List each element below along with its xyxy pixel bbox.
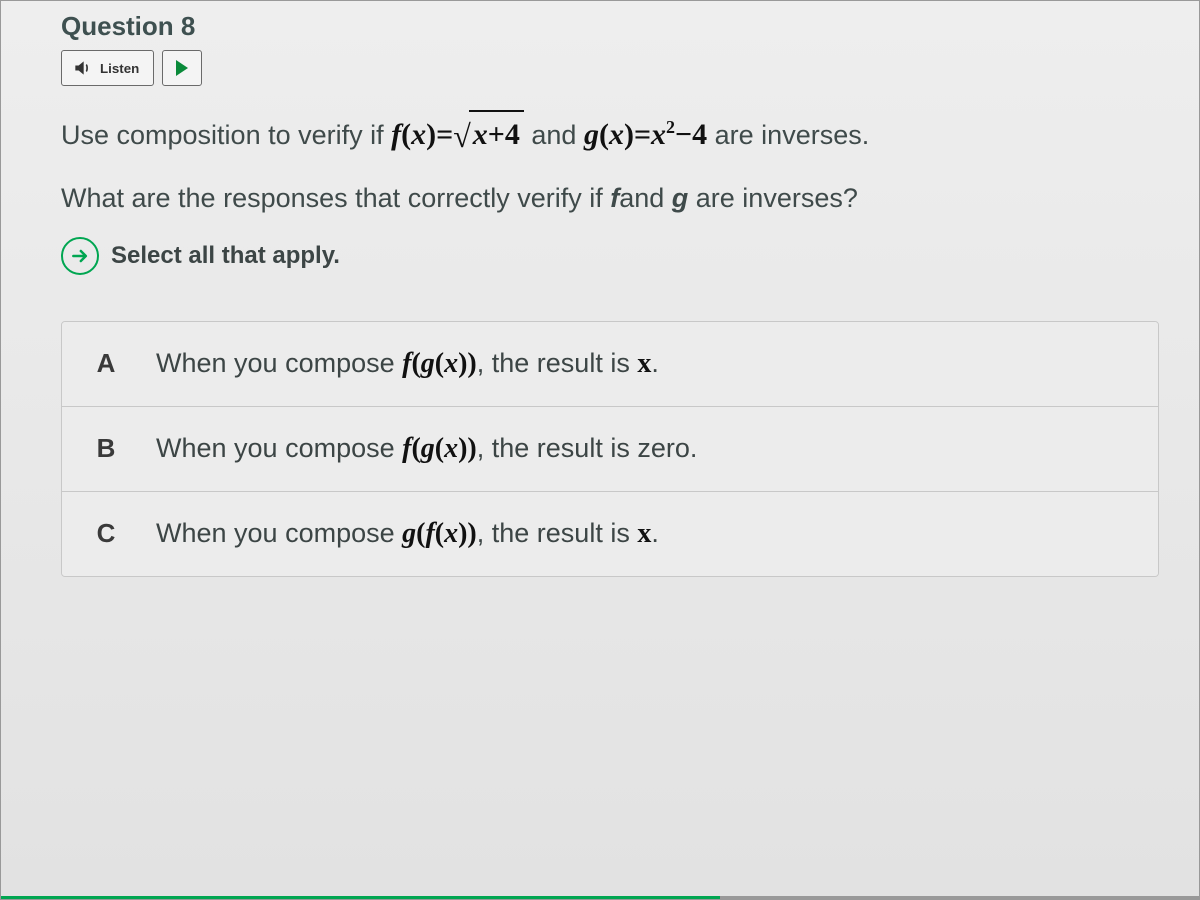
option-pre: When you compose — [156, 348, 402, 378]
options-list: A When you compose f(g(x)), the result i… — [61, 321, 1159, 577]
option-b[interactable]: B When you compose f(g(x)), the result i… — [62, 406, 1158, 491]
listen-label: Listen — [100, 61, 139, 76]
prompt-text: are inverses. — [715, 120, 870, 150]
listen-button[interactable]: Listen — [61, 50, 154, 86]
option-c[interactable]: C When you compose g(f(x)), the result i… — [62, 491, 1158, 576]
expression-g: g(x)=x2−4 — [584, 118, 715, 151]
var-f: f — [610, 183, 619, 213]
option-expr: f(g(x)) — [402, 348, 477, 379]
option-pre: When you compose — [156, 518, 402, 548]
option-post: , the result is — [477, 348, 638, 378]
instruction-text: Select all that apply. — [111, 242, 340, 270]
option-letter: C — [92, 518, 120, 549]
prompt-line-2: What are the responses that correctly ve… — [61, 178, 1159, 219]
question-page: Question 8 Listen Use composition to ver… — [0, 0, 1200, 900]
audio-controls: Listen — [61, 50, 1159, 86]
option-letter: A — [92, 348, 120, 379]
prompt-text: and — [531, 120, 584, 150]
option-a[interactable]: A When you compose f(g(x)), the result i… — [62, 322, 1158, 406]
prompt-line-1: Use composition to verify if f(x)=√x+4 a… — [61, 110, 1159, 160]
option-letter: B — [92, 433, 120, 464]
speaker-icon — [72, 58, 92, 78]
option-text: When you compose g(f(x)), the result is … — [156, 518, 659, 550]
option-tail: x — [637, 348, 651, 379]
option-post: , the result is — [477, 518, 638, 548]
prompt-text: Use composition to verify if — [61, 120, 391, 150]
option-expr: g(f(x)) — [402, 518, 477, 549]
prompt-text: What are the responses that correctly ve… — [61, 183, 610, 213]
arrow-icon — [61, 237, 99, 275]
option-period: . — [651, 348, 659, 378]
option-pre: When you compose — [156, 433, 402, 463]
option-text: When you compose f(g(x)), the result is … — [156, 433, 697, 465]
var-g: g — [672, 183, 689, 213]
play-button[interactable] — [162, 50, 202, 86]
instruction-row: Select all that apply. — [61, 237, 1159, 275]
option-period: . — [651, 518, 659, 548]
option-post: , the result is zero. — [477, 433, 698, 463]
prompt-text: and — [619, 183, 672, 213]
question-title: Question 8 — [61, 1, 1159, 42]
prompt-text: are inverses? — [688, 183, 858, 213]
expression-f: f(x)=√x+4 — [391, 118, 531, 151]
option-text: When you compose f(g(x)), the result is … — [156, 348, 659, 380]
option-tail: x — [637, 518, 651, 549]
option-expr: f(g(x)) — [402, 433, 477, 464]
play-icon — [176, 60, 188, 76]
